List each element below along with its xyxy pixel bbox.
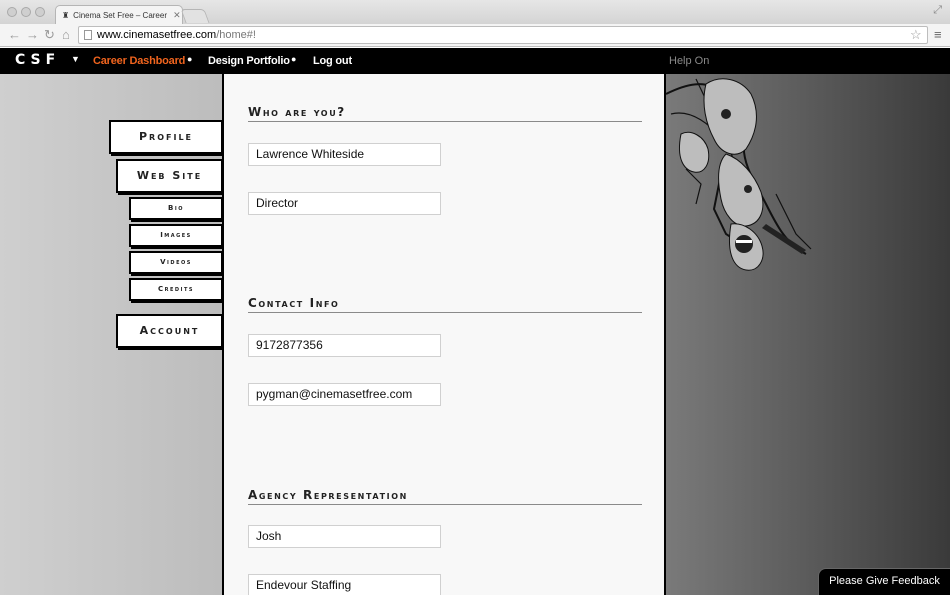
minimize-window-icon[interactable] bbox=[21, 7, 31, 17]
sidebar-item-credits[interactable]: Credits bbox=[129, 278, 223, 301]
fullscreen-icon[interactable]: ⤢ bbox=[933, 4, 942, 17]
close-window-icon[interactable] bbox=[7, 7, 17, 17]
sidebar-item-images[interactable]: Images bbox=[129, 224, 223, 247]
forward-arrow-icon[interactable]: → bbox=[26, 27, 39, 42]
favicon-icon: ♜ bbox=[62, 11, 70, 20]
tab-close-icon[interactable]: ✕ bbox=[173, 10, 181, 21]
url-path: /home#! bbox=[216, 29, 256, 41]
section-heading-who: Who are you? bbox=[248, 105, 642, 122]
new-tab-button[interactable] bbox=[180, 9, 210, 23]
agent-name-field[interactable]: Josh bbox=[248, 525, 441, 548]
sidebar-item-account[interactable]: Account bbox=[116, 314, 223, 348]
title-field[interactable]: Director bbox=[248, 192, 441, 215]
sidebar-item-bio[interactable]: Bio bbox=[129, 197, 223, 220]
section-heading-contact: Contact Info bbox=[248, 296, 642, 313]
reload-icon[interactable]: ↻ bbox=[44, 27, 55, 43]
feedback-button[interactable]: Please Give Feedback bbox=[818, 568, 950, 595]
browser-toolbar: ← → ↻ ⌂ www.cinemasetfree.com/home#! ☆ ≡ bbox=[0, 24, 950, 47]
nav-career-dashboard[interactable]: Career Dashboard bbox=[93, 55, 185, 67]
dropdown-arrow-icon[interactable]: ▼ bbox=[71, 54, 80, 64]
bookmark-star-icon[interactable]: ☆ bbox=[910, 27, 922, 43]
email-field[interactable]: pygman@cinemasetfree.com bbox=[248, 383, 441, 406]
address-bar[interactable]: www.cinemasetfree.com/home#! bbox=[78, 26, 928, 44]
nav-bullet-icon: ● bbox=[187, 54, 193, 64]
back-arrow-icon[interactable]: ← bbox=[8, 27, 21, 42]
phone-field[interactable]: 9172877356 bbox=[248, 334, 441, 357]
browser-tab[interactable]: ♜ Cinema Set Free – Career D ✕ bbox=[55, 5, 183, 25]
tab-title: Cinema Set Free – Career D bbox=[73, 11, 170, 20]
nav-design-portfolio[interactable]: Design Portfolio bbox=[208, 55, 290, 67]
help-toggle[interactable]: Help On bbox=[669, 55, 709, 67]
site-navbar: CSF ▼ Career Dashboard ● Design Portfoli… bbox=[0, 48, 950, 74]
browser-menu-icon[interactable]: ≡ bbox=[934, 27, 942, 42]
figure-illustration bbox=[666, 78, 812, 271]
url-domain: www.cinemasetfree.com bbox=[97, 29, 217, 41]
section-heading-agency: Agency Representation bbox=[248, 488, 642, 505]
sidebar-item-website[interactable]: Web Site bbox=[116, 159, 223, 193]
site-logo[interactable]: CSF bbox=[15, 52, 60, 68]
home-icon[interactable]: ⌂ bbox=[62, 27, 70, 42]
nav-log-out[interactable]: Log out bbox=[313, 55, 352, 67]
agency-name-field[interactable]: Endevour Staffing bbox=[248, 574, 441, 595]
profile-form-panel: Who are you? Lawrence Whiteside Director… bbox=[222, 74, 666, 595]
sidebar-item-profile[interactable]: Profile bbox=[109, 120, 223, 154]
sidebar-item-videos[interactable]: Videos bbox=[129, 251, 223, 274]
nav-bullet-icon: ● bbox=[291, 54, 297, 64]
zoom-window-icon[interactable] bbox=[35, 7, 45, 17]
name-field[interactable]: Lawrence Whiteside bbox=[248, 143, 441, 166]
page-icon bbox=[84, 30, 92, 40]
browser-titlebar: ♜ Cinema Set Free – Career D ✕ ⤢ bbox=[0, 0, 950, 25]
